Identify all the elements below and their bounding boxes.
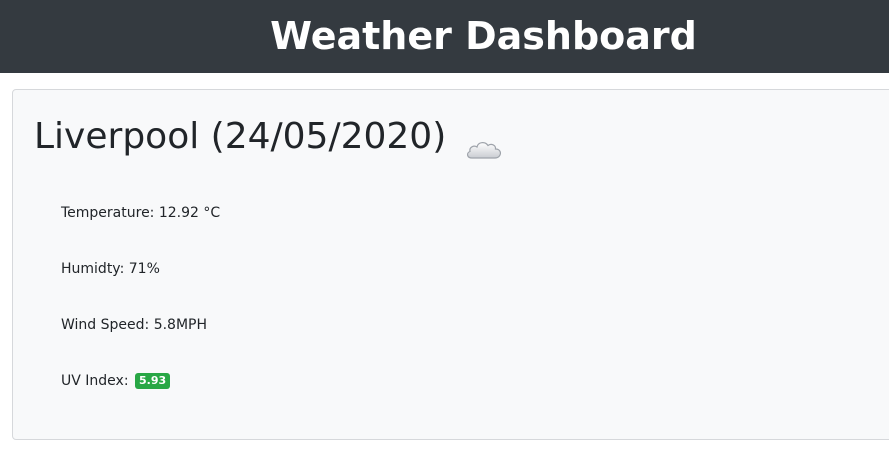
city-date-heading: Liverpool (24/05/2020) (34, 112, 504, 162)
humidity-value: 71% (128, 261, 160, 277)
wind-speed-line: Wind Speed: 5.8MPH (61, 315, 207, 335)
temperature-line: Temperature: 12.92 °C (61, 203, 220, 223)
current-weather-card: Liverpool (24/05/2020) Temperature: 12.9… (12, 89, 889, 440)
humidity-line: Humidty: 71% (61, 259, 160, 279)
wind-speed-value: 5.8MPH (153, 317, 208, 333)
site-header: Weather Dashboard (0, 0, 889, 73)
uv-index-label: UV Index: (61, 373, 129, 389)
uv-index-line: UV Index: 5.93 (61, 371, 171, 391)
uv-index-badge: 5.93 (135, 373, 171, 389)
cloud-icon (464, 126, 504, 159)
humidity-label: Humidty: (61, 261, 125, 277)
page-title: Weather Dashboard (270, 14, 697, 58)
temperature-value: 12.92 °C (158, 205, 221, 221)
temperature-label: Temperature: (61, 205, 155, 221)
city-date-text: Liverpool (24/05/2020) (34, 116, 447, 157)
wind-speed-label: Wind Speed: (61, 317, 150, 333)
